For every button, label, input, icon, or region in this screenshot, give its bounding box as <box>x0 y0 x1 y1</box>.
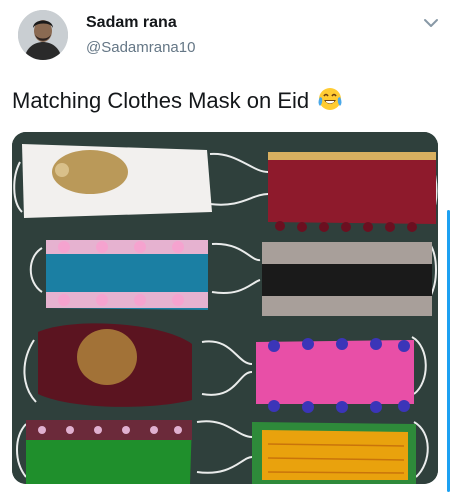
author-handle[interactable]: @Sadamrana10 <box>86 39 195 56</box>
tweet-header: Sadam rana @Sadamrana10 <box>0 0 450 75</box>
tweet-text: Matching Clothes Mask on Eid <box>12 86 343 114</box>
chevron-down-icon[interactable] <box>422 14 440 32</box>
author-name[interactable]: Sadam rana <box>86 14 177 32</box>
tweet-text-content: Matching Clothes Mask on Eid <box>12 88 310 113</box>
tweet-photo[interactable] <box>12 132 438 484</box>
avatar[interactable] <box>18 10 68 60</box>
masks-photo <box>12 132 438 484</box>
face-with-tears-of-joy-icon <box>318 88 342 110</box>
avatar-photo <box>18 10 68 60</box>
